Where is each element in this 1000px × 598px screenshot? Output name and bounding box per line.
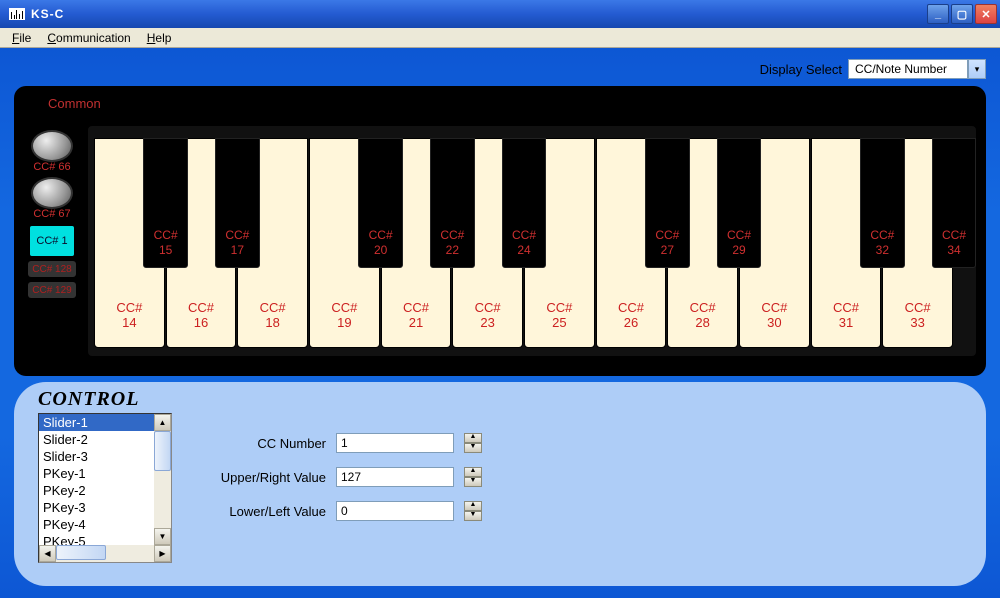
titlebar[interactable]: KS-C _ ▢ ✕ [0, 0, 1000, 28]
keyboard-panel: Common CC# 66 CC# 67 CC# 1 CC# 128 CC# 1… [14, 86, 986, 376]
close-button[interactable]: ✕ [975, 4, 997, 24]
black-key[interactable]: CC#22 [430, 138, 474, 268]
cc-number-label: CC Number [202, 436, 326, 451]
knob-2[interactable] [31, 177, 73, 209]
slider-chip[interactable]: CC# 1 [30, 226, 74, 256]
list-item[interactable]: PKey-1 [39, 465, 171, 482]
app-window: KS-C _ ▢ ✕ File Communication Help Displ… [0, 0, 1000, 598]
scroll-thumb[interactable] [154, 431, 171, 471]
knob-1-label: CC# 66 [33, 162, 70, 173]
control-listbox[interactable]: Slider-1Slider-2Slider-3PKey-1PKey-2PKey… [38, 413, 172, 563]
black-key[interactable]: CC#20 [358, 138, 402, 268]
list-item[interactable]: Slider-3 [39, 448, 171, 465]
display-select-label: Display Select [760, 62, 842, 77]
upper-value-input[interactable] [336, 467, 454, 487]
menu-file[interactable]: File [4, 29, 39, 47]
chevron-down-icon[interactable]: ▾ [968, 59, 986, 79]
client-area: Display Select CC/Note Number ▾ Common C… [0, 48, 1000, 598]
cc-number-spinner[interactable]: ▲▼ [464, 433, 482, 453]
display-select-value: CC/Note Number [848, 59, 968, 79]
scroll-down-icon[interactable]: ▼ [154, 528, 171, 545]
lower-value-spinner[interactable]: ▲▼ [464, 501, 482, 521]
knob-2-label: CC# 67 [33, 209, 70, 220]
black-key[interactable]: CC#15 [143, 138, 187, 268]
scrollbar-vertical[interactable]: ▲ ▼ [154, 414, 171, 545]
menubar: File Communication Help [0, 28, 1000, 48]
control-title: CONTROL [38, 388, 968, 411]
black-key[interactable]: CC#24 [502, 138, 546, 268]
maximize-button[interactable]: ▢ [951, 4, 973, 24]
list-item[interactable]: PKey-5 [39, 533, 171, 545]
black-key[interactable]: CC#27 [645, 138, 689, 268]
lower-value-input[interactable] [336, 501, 454, 521]
scroll-left-icon[interactable]: ◀ [39, 545, 56, 562]
scroll-right-icon[interactable]: ▶ [154, 545, 171, 562]
side-controls: CC# 66 CC# 67 CC# 1 CC# 128 CC# 129 [22, 126, 82, 356]
app-icon [9, 8, 25, 20]
black-key[interactable]: CC#32 [860, 138, 904, 268]
menu-communication[interactable]: Communication [39, 29, 138, 47]
menu-help[interactable]: Help [139, 29, 180, 47]
display-select[interactable]: CC/Note Number ▾ [848, 59, 986, 79]
upper-value-label: Upper/Right Value [202, 470, 326, 485]
minimize-button[interactable]: _ [927, 4, 949, 24]
pad-2[interactable]: CC# 129 [28, 282, 76, 298]
list-item[interactable]: PKey-4 [39, 516, 171, 533]
window-title: KS-C [31, 7, 927, 21]
black-key[interactable]: CC#29 [717, 138, 761, 268]
control-panel: CONTROL Slider-1Slider-2Slider-3PKey-1PK… [14, 382, 986, 586]
black-key[interactable]: CC#17 [215, 138, 259, 268]
knob-1[interactable] [31, 130, 73, 162]
scroll-thumb-h[interactable] [56, 545, 106, 560]
black-key[interactable]: CC#34 [932, 138, 976, 268]
lower-value-label: Lower/Left Value [202, 504, 326, 519]
pad-1[interactable]: CC# 128 [28, 261, 76, 277]
list-item[interactable]: PKey-2 [39, 482, 171, 499]
cc-number-input[interactable] [336, 433, 454, 453]
keyboard: CC#14CC#16CC#18CC#19CC#21CC#23CC#25CC#26… [88, 126, 976, 356]
scrollbar-horizontal[interactable]: ◀ ▶ [39, 545, 171, 562]
list-item[interactable]: Slider-2 [39, 431, 171, 448]
scroll-up-icon[interactable]: ▲ [154, 414, 171, 431]
common-label[interactable]: Common [48, 96, 101, 111]
list-item[interactable]: Slider-1 [39, 414, 171, 431]
list-item[interactable]: PKey-3 [39, 499, 171, 516]
upper-value-spinner[interactable]: ▲▼ [464, 467, 482, 487]
